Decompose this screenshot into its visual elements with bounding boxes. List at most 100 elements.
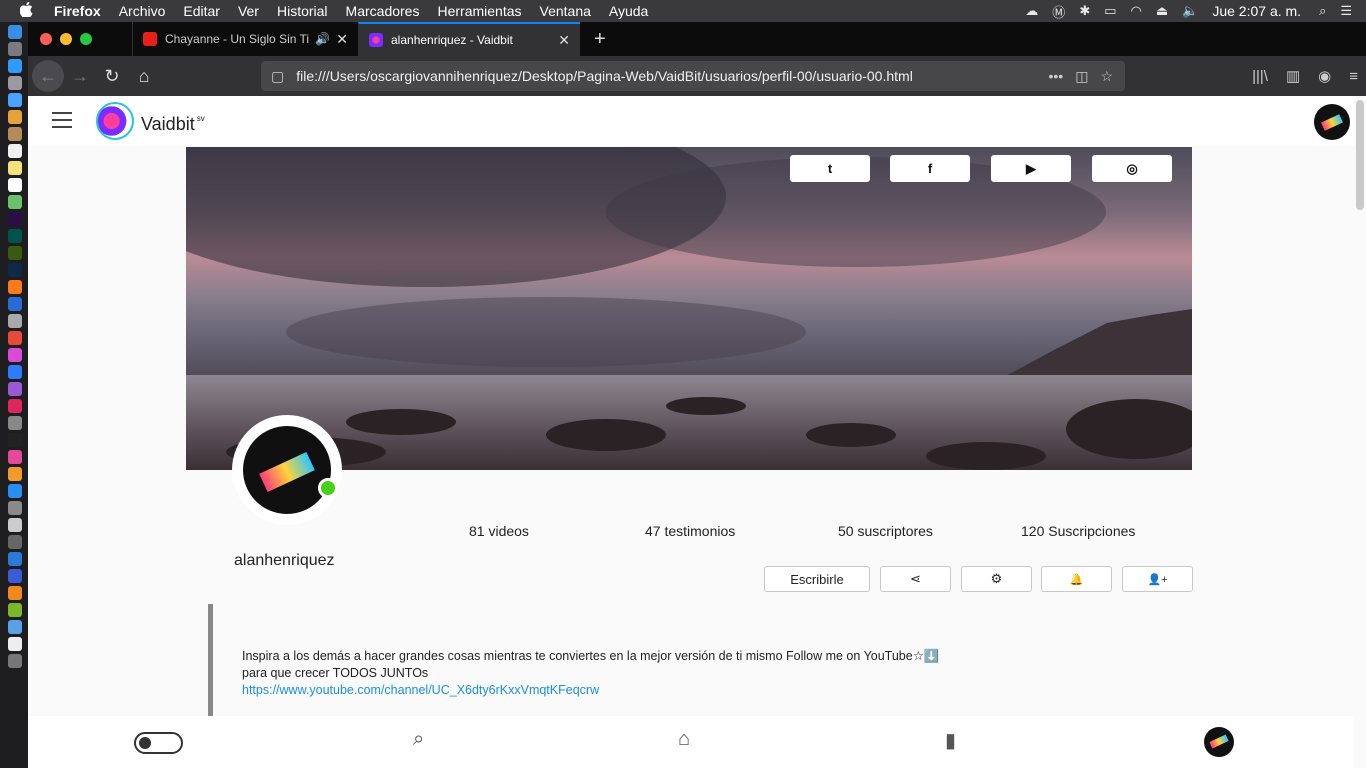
- mail-icon[interactable]: [8, 93, 22, 107]
- notifications-button[interactable]: 🔔: [1041, 566, 1112, 592]
- document-icon[interactable]: [8, 637, 22, 651]
- pocket-icon[interactable]: ◫: [1075, 68, 1088, 85]
- photos-icon[interactable]: [8, 110, 22, 124]
- brand-name[interactable]: Vaidbit sv: [141, 114, 205, 135]
- app-icon-1[interactable]: [8, 297, 22, 311]
- bookmark-star-icon[interactable]: ☆: [1100, 68, 1113, 85]
- bottom-profile-avatar[interactable]: [1204, 727, 1234, 757]
- chrome-icon[interactable]: [8, 331, 22, 345]
- launchpad-icon[interactable]: [8, 42, 22, 56]
- url-text[interactable]: file:///Users/oscargiovannihenriquez/Des…: [296, 68, 1048, 84]
- menu-marcadores[interactable]: Marcadores: [346, 3, 420, 19]
- tab-close-icon[interactable]: ✕: [336, 31, 348, 48]
- android-icon[interactable]: [8, 603, 22, 617]
- bluetooth-icon[interactable]: ✱: [1079, 3, 1090, 19]
- books-icon[interactable]: [8, 467, 22, 481]
- malwarebytes-icon[interactable]: Ⓜ: [1052, 2, 1065, 21]
- stat-videos[interactable]: 81 videos: [469, 523, 529, 539]
- folder-icon[interactable]: [8, 620, 22, 634]
- photoshop-icon[interactable]: [8, 263, 22, 277]
- stat-testimonials[interactable]: 47 testimonios: [645, 523, 735, 539]
- audition-icon[interactable]: [8, 229, 22, 243]
- zoom-window-button[interactable]: [80, 33, 92, 45]
- app-icon-3[interactable]: [8, 348, 22, 362]
- close-window-button[interactable]: [40, 33, 52, 45]
- forward-button[interactable]: →: [64, 60, 96, 92]
- library-icon[interactable]: ▮: [945, 728, 956, 753]
- write-message-button[interactable]: Escribirle: [764, 566, 870, 592]
- eject-icon[interactable]: ⏏: [1156, 3, 1168, 19]
- hamburger-menu-icon[interactable]: ≡: [1349, 68, 1358, 85]
- home-button[interactable]: ⌂: [128, 60, 160, 92]
- wifi-icon[interactable]: ◠: [1131, 3, 1142, 19]
- contacts-icon[interactable]: [8, 127, 22, 141]
- xcode-icon[interactable]: [8, 552, 22, 566]
- app-icon-7[interactable]: [8, 569, 22, 583]
- safari-icon[interactable]: [8, 59, 22, 73]
- firefox-icon[interactable]: [8, 280, 22, 294]
- yandex-icon[interactable]: [8, 399, 22, 413]
- menu-historial[interactable]: Historial: [277, 3, 328, 19]
- menu-icon[interactable]: [52, 112, 72, 133]
- rocket-icon[interactable]: [8, 76, 22, 90]
- minimize-window-button[interactable]: [60, 33, 72, 45]
- reminders-icon[interactable]: [8, 178, 22, 192]
- facebook-button[interactable]: f: [890, 155, 970, 182]
- account-icon[interactable]: ◉: [1318, 67, 1331, 85]
- apple-menu-icon[interactable]: [19, 1, 40, 21]
- sidebar-icon[interactable]: ▥: [1286, 67, 1300, 85]
- menu-herramientas[interactable]: Herramientas: [437, 3, 521, 19]
- stat-subscriptions[interactable]: 120 Suscripciones: [1021, 523, 1135, 539]
- new-tab-button[interactable]: +: [594, 28, 606, 51]
- itunes-icon[interactable]: [8, 450, 22, 464]
- settings-button[interactable]: ⚙: [961, 566, 1032, 592]
- dark-mode-toggle[interactable]: [134, 732, 183, 754]
- follow-button[interactable]: 👤+: [1122, 566, 1193, 592]
- twitter-button[interactable]: t: [790, 155, 870, 182]
- maps-icon[interactable]: [8, 195, 22, 209]
- airplay-icon[interactable]: ▭: [1104, 3, 1116, 19]
- app-icon-2[interactable]: [8, 314, 22, 328]
- app-icon-5[interactable]: [8, 416, 22, 430]
- finder-icon[interactable]: [8, 25, 22, 39]
- profile-avatar[interactable]: [243, 426, 331, 514]
- messenger-icon[interactable]: [8, 365, 22, 379]
- header-avatar[interactable]: [1314, 104, 1350, 140]
- dreamweaver-icon[interactable]: [8, 246, 22, 260]
- menu-editar[interactable]: Editar: [183, 3, 220, 19]
- trash-icon[interactable]: [8, 654, 22, 668]
- search-icon[interactable]: ⌕: [413, 728, 424, 751]
- back-button[interactable]: ←: [32, 60, 64, 92]
- help-icon[interactable]: [8, 535, 22, 549]
- notification-center-icon[interactable]: ☰: [1340, 3, 1352, 19]
- tab-vaidbit[interactable]: alanhenriquez - Vaidbit ✕: [358, 22, 580, 56]
- menubar-clock[interactable]: Jue 2:07 a. m.: [1212, 3, 1301, 19]
- system-preferences-icon[interactable]: [8, 501, 22, 515]
- app-icon-4[interactable]: [8, 382, 22, 396]
- menu-archivo[interactable]: Archivo: [119, 3, 166, 19]
- share-button[interactable]: ⋖: [880, 566, 951, 592]
- home-icon[interactable]: ⌂: [678, 728, 690, 751]
- page-actions-icon[interactable]: •••: [1048, 68, 1063, 84]
- creative-cloud-icon[interactable]: ☁: [1025, 3, 1038, 19]
- calendar-icon[interactable]: [8, 144, 22, 158]
- stat-subscribers[interactable]: 50 suscriptores: [838, 523, 933, 539]
- app-icon-6[interactable]: [8, 518, 22, 532]
- tab-audio-icon[interactable]: 🔊: [315, 32, 330, 46]
- url-bar[interactable]: ▢ file:///Users/oscargiovannihenriquez/D…: [261, 61, 1125, 91]
- spotlight-search-icon[interactable]: ⌕: [1319, 3, 1326, 19]
- premiere-icon[interactable]: [8, 212, 22, 226]
- youtube-button[interactable]: ▶: [991, 155, 1071, 182]
- tab-chayanne[interactable]: Chayanne - Un Siglo Sin Ti ( 🔊 ✕: [132, 22, 358, 56]
- reload-button[interactable]: ↻: [96, 60, 128, 92]
- page-scrollbar[interactable]: [1356, 100, 1364, 210]
- tab-close-icon[interactable]: ✕: [558, 32, 570, 49]
- app-store-icon[interactable]: [8, 484, 22, 498]
- menu-ayuda[interactable]: Ayuda: [609, 3, 648, 19]
- terminal-icon[interactable]: [8, 433, 22, 447]
- vaidbit-logo[interactable]: [96, 102, 134, 140]
- menu-ver[interactable]: Ver: [238, 3, 259, 19]
- notes-icon[interactable]: [8, 161, 22, 175]
- menu-app-name[interactable]: Firefox: [54, 3, 101, 19]
- vlc-icon[interactable]: [8, 586, 22, 600]
